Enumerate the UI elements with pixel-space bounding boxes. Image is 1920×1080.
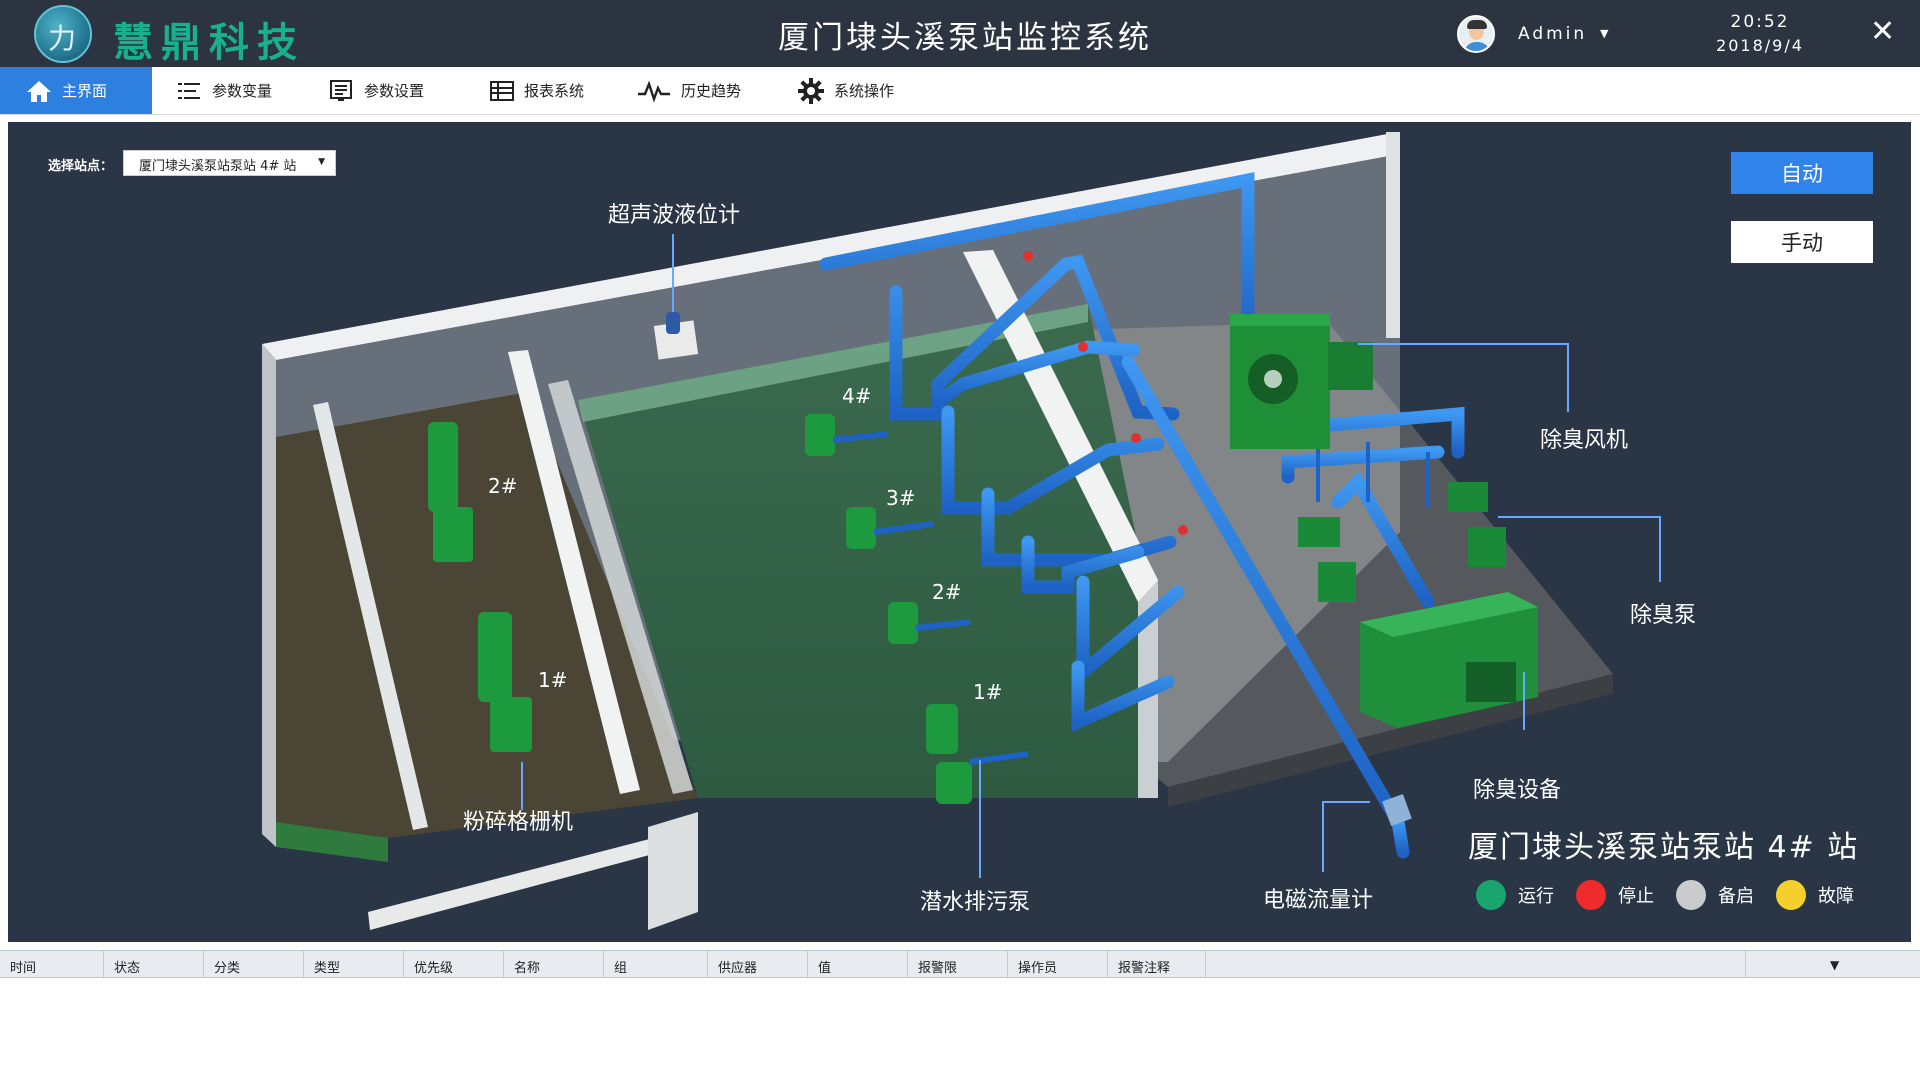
app-title: 厦门埭头溪泵站监控系统	[778, 20, 1152, 56]
main-panel: 选择站点： 厦门埭头溪泵站泵站 4# 站 ▼ 自动 手动 超声波液位计 除臭风机…	[8, 122, 1911, 942]
column-header-filler	[1206, 951, 1746, 978]
chevron-down-icon[interactable]: ▼	[1830, 958, 1839, 972]
callout-deodor-device: 除臭设备	[1473, 778, 1562, 803]
menu-item-param-vars[interactable]: 参数变量	[178, 67, 272, 114]
pump-label-2: 2#	[932, 580, 962, 604]
home-icon	[27, 80, 51, 102]
callout-flowmeter: 电磁流量计	[1263, 888, 1374, 913]
column-header[interactable]: 优先级	[404, 951, 504, 978]
clock-date: 2018/9/4	[1716, 36, 1804, 55]
menu-item-history[interactable]: 历史趋势	[637, 67, 741, 114]
alarm-table: 时间 状态 分类 类型 优先级 名称 组 供应器 值 报警限 操作员 报警注释 …	[0, 950, 1920, 1080]
standby-status-icon	[1676, 880, 1706, 910]
station-select[interactable]: 厦门埭头溪泵站泵站 4# 站 ▼	[123, 150, 336, 176]
column-header[interactable]: 值	[808, 951, 908, 978]
callout-level-meter: 超声波液位计	[608, 203, 741, 228]
column-header[interactable]: 组	[604, 951, 708, 978]
menu-bar: 主界面 参数变量 参数设置 报表系统 历史趋势 系统操作	[0, 67, 1920, 115]
clock-time: 20:52	[1730, 12, 1790, 32]
stopped-status-icon	[1576, 880, 1606, 910]
grinder-label-1: 1#	[538, 668, 568, 692]
legend-fault: 故障	[1776, 880, 1854, 910]
close-icon[interactable]: ✕	[1870, 14, 1895, 50]
legend-running: 运行	[1476, 880, 1554, 910]
legend-stopped: 停止	[1576, 880, 1654, 910]
column-header[interactable]: 操作员	[1008, 951, 1108, 978]
station-name: 厦门埭头溪泵站泵站 4# 站	[1468, 830, 1860, 865]
menu-item-param-settings[interactable]: 参数设置	[330, 67, 424, 114]
chevron-down-icon[interactable]: ▼	[1600, 27, 1608, 40]
column-header[interactable]: 状态	[104, 951, 204, 978]
table-icon	[490, 80, 514, 101]
grinder-label-2: 2#	[488, 474, 518, 498]
column-header[interactable]: 类型	[304, 951, 404, 978]
station-select-value: 厦门埭头溪泵站泵站 4# 站	[139, 159, 297, 174]
list-icon	[178, 82, 200, 99]
column-header[interactable]: 报警注释	[1108, 951, 1206, 978]
username[interactable]: Admin	[1518, 24, 1587, 44]
column-header[interactable]: 报警限	[908, 951, 1008, 978]
running-status-icon	[1476, 880, 1506, 910]
trend-icon	[638, 80, 670, 102]
avatar[interactable]	[1457, 15, 1495, 53]
callout-sewage-pump: 潜水排污泵	[920, 890, 1031, 915]
menu-item-reports[interactable]: 报表系统	[490, 67, 584, 114]
callout-deodor-fan: 除臭风机	[1540, 428, 1629, 453]
column-header[interactable]: 名称	[504, 951, 604, 978]
pump-label-3: 3#	[886, 486, 916, 510]
form-icon	[330, 79, 352, 101]
chevron-down-icon: ▼	[318, 157, 325, 167]
callout-grinder: 粉碎格栅机	[463, 810, 574, 835]
column-header[interactable]: 分类	[204, 951, 304, 978]
callout-deodor-pump: 除臭泵	[1630, 603, 1697, 628]
manual-mode-button[interactable]: 手动	[1731, 221, 1873, 263]
auto-mode-button[interactable]: 自动	[1731, 152, 1873, 194]
gear-icon	[798, 77, 824, 104]
fault-status-icon	[1776, 880, 1806, 910]
column-header[interactable]: 时间	[0, 951, 104, 978]
pump-label-1: 1#	[973, 680, 1003, 704]
column-header[interactable]: 供应器	[708, 951, 808, 978]
pump-label-4: 4#	[842, 384, 872, 408]
pump-station-diagram	[262, 132, 1661, 930]
legend-standby: 备启	[1676, 880, 1754, 910]
menu-item-home[interactable]: 主界面	[0, 67, 152, 114]
menu-item-system[interactable]: 系统操作	[798, 67, 894, 114]
station-select-label: 选择站点：	[48, 159, 114, 174]
alarm-table-header: 时间 状态 分类 类型 优先级 名称 组 供应器 值 报警限 操作员 报警注释 …	[0, 950, 1920, 978]
title-bar: 力 慧鼎科技 厦门埭头溪泵站监控系统 Admin ▼ 20:52 2018/9/…	[0, 0, 1920, 67]
